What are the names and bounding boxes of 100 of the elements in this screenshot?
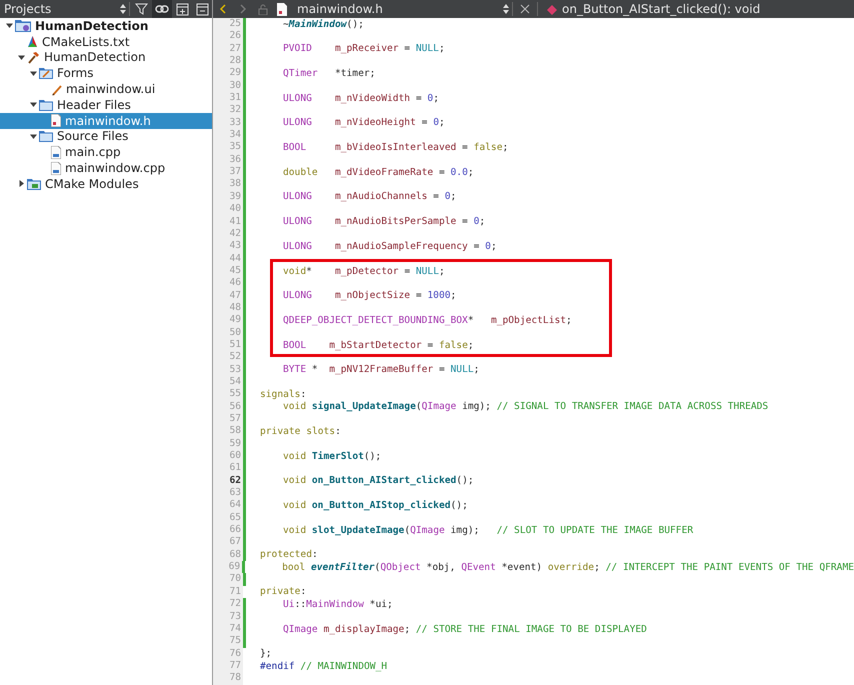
line-number: 46 — [213, 277, 243, 290]
line-number: 36 — [213, 154, 243, 166]
line-number: 49 — [213, 314, 243, 327]
tree-item[interactable]: mainwindow.ui — [0, 81, 212, 97]
line-number: 68 — [213, 548, 243, 562]
line-number: 28 — [213, 55, 243, 68]
line-number: 52 — [213, 351, 243, 364]
code-line: private: — [259, 586, 306, 598]
line-number: 44 — [213, 252, 243, 265]
line-number: 59 — [213, 438, 243, 450]
line-number: 56 — [213, 400, 243, 413]
line-number: 48 — [213, 302, 243, 314]
code-line: Ui::MainWindow *ui; — [282, 598, 393, 610]
line-number: 70 — [213, 573, 243, 586]
code-line: void slot_UpdateImage(QImage img); // SLOT TO UPDATE THE IMAGE BUFFER — [282, 524, 694, 536]
line-number: 47 — [213, 290, 243, 302]
code-line: protected: — [259, 549, 318, 560]
line-number: 37 — [213, 166, 243, 178]
line-number: 75 — [213, 635, 243, 648]
tree-item[interactable]: CMakeLists.txt — [0, 34, 212, 50]
line-number: 62 — [213, 474, 243, 488]
panel-title: Projects — [3, 2, 52, 16]
expanded-arrow-icon[interactable] — [18, 54, 24, 61]
line-number: 54 — [213, 376, 243, 388]
code-line: BOOL m_bStartDetector = false; — [282, 340, 474, 351]
up-down-icon[interactable] — [502, 3, 510, 15]
line-number: 64 — [213, 499, 243, 512]
line-number: 26 — [213, 30, 243, 43]
line-number: 53 — [213, 364, 243, 376]
line-number: 38 — [213, 178, 243, 191]
expanded-arrow-icon[interactable] — [6, 22, 12, 30]
tree-item[interactable]: CMake Modules — [0, 176, 212, 192]
code-line: BYTE * m_pNV12FrameBuffer = NULL; — [282, 364, 480, 376]
tree-item[interactable]: HumanDetection — [0, 50, 212, 66]
code-line: QTimer *timer; — [282, 68, 376, 80]
expanded-arrow-icon[interactable] — [30, 132, 36, 140]
line-number: 41 — [213, 216, 243, 228]
line-number: 61 — [213, 462, 243, 475]
code-line: void* m_pDetector = NULL; — [282, 266, 445, 277]
tree-item[interactable]: Source Files — [0, 128, 212, 144]
line-number: 35 — [213, 141, 243, 154]
tree-item[interactable]: Header Files — [0, 96, 212, 113]
code-line: void TimerSlot(); — [282, 450, 382, 462]
code-line: QImage m_displayImage; // STORE THE FINAL IMAGE TO BE DISPLAYED — [282, 624, 647, 635]
line-number: 57 — [213, 413, 243, 426]
code-line: double m_dVideoFrameRate = 0.0; — [282, 166, 474, 178]
code-line: void on_Button_AIStart_clicked(); — [282, 475, 474, 486]
line-number: 30 — [213, 80, 243, 92]
file-name[interactable]: mainwindow.h — [293, 2, 387, 16]
folder-icon — [39, 98, 53, 111]
code-line: ULONG m_nAudioBitsPerSample = 0; — [282, 216, 486, 228]
code-line: ULONG m_nObjectSize = 1000; — [282, 290, 456, 302]
header-file-icon — [277, 2, 287, 16]
folder-icon — [39, 67, 53, 80]
line-number: 71 — [213, 586, 243, 598]
file-icon — [51, 162, 61, 175]
line-number: 76 — [213, 648, 243, 660]
line-number: 51 — [213, 338, 243, 352]
file-icon — [51, 114, 61, 128]
up-down-icon[interactable] — [119, 3, 127, 15]
line-number: 25 — [213, 18, 243, 30]
line-number: 31 — [213, 92, 243, 104]
collapsed-arrow-icon[interactable] — [18, 180, 24, 188]
code-line: ULONG m_nAudioSampleFrequency = 0; — [282, 240, 497, 252]
expanded-arrow-icon[interactable] — [30, 101, 36, 108]
line-number: 73 — [213, 610, 243, 623]
line-number: 60 — [213, 450, 243, 462]
code-line: signals: — [259, 388, 306, 400]
link-icon[interactable] — [152, 0, 172, 18]
expanded-arrow-icon[interactable] — [30, 70, 36, 77]
code-line: #endif // MAINWINDOW_H — [259, 660, 388, 672]
tree-item[interactable]: Forms — [0, 65, 212, 82]
line-number: 45 — [213, 264, 243, 278]
line-number: 55 — [213, 388, 243, 401]
line-number: 67 — [213, 536, 243, 549]
tree-item[interactable]: mainwindow.cpp — [0, 160, 212, 176]
line-number: 58 — [213, 425, 243, 438]
line-number: 63 — [213, 487, 243, 500]
hammer-icon — [27, 50, 40, 64]
code-line: BOOL m_bVideoIsInterleaved = false; — [282, 142, 508, 154]
triangle-icon — [27, 35, 38, 48]
tree-item[interactable]: mainwindow.h — [0, 112, 212, 129]
code-line: }; — [259, 648, 272, 660]
line-number: 77 — [213, 660, 243, 672]
line-number: 65 — [213, 512, 243, 524]
code-line: ULONG m_nVideoHeight = 0; — [282, 117, 445, 128]
code-line: void on_Button_AIStop_clicked(); — [282, 500, 468, 512]
pencil-icon — [51, 82, 62, 96]
symbol-selector[interactable]: on_Button_AIStart_clicked(): void — [558, 2, 854, 16]
line-number: 66 — [213, 524, 243, 536]
line-number: 78 — [213, 672, 243, 685]
tree-item[interactable]: main.cpp — [0, 144, 212, 160]
line-number: 29 — [213, 67, 243, 80]
line-number: 32 — [213, 104, 243, 117]
code-line: PVOID m_pReceiver = NULL; — [282, 43, 445, 54]
line-number: 43 — [213, 240, 243, 253]
tree-item[interactable]: HumanDetection — [0, 18, 212, 34]
code-line: ULONG m_nVideoWidth = 0; — [282, 92, 439, 104]
line-number: 40 — [213, 203, 243, 216]
line-number: 50 — [213, 326, 243, 339]
